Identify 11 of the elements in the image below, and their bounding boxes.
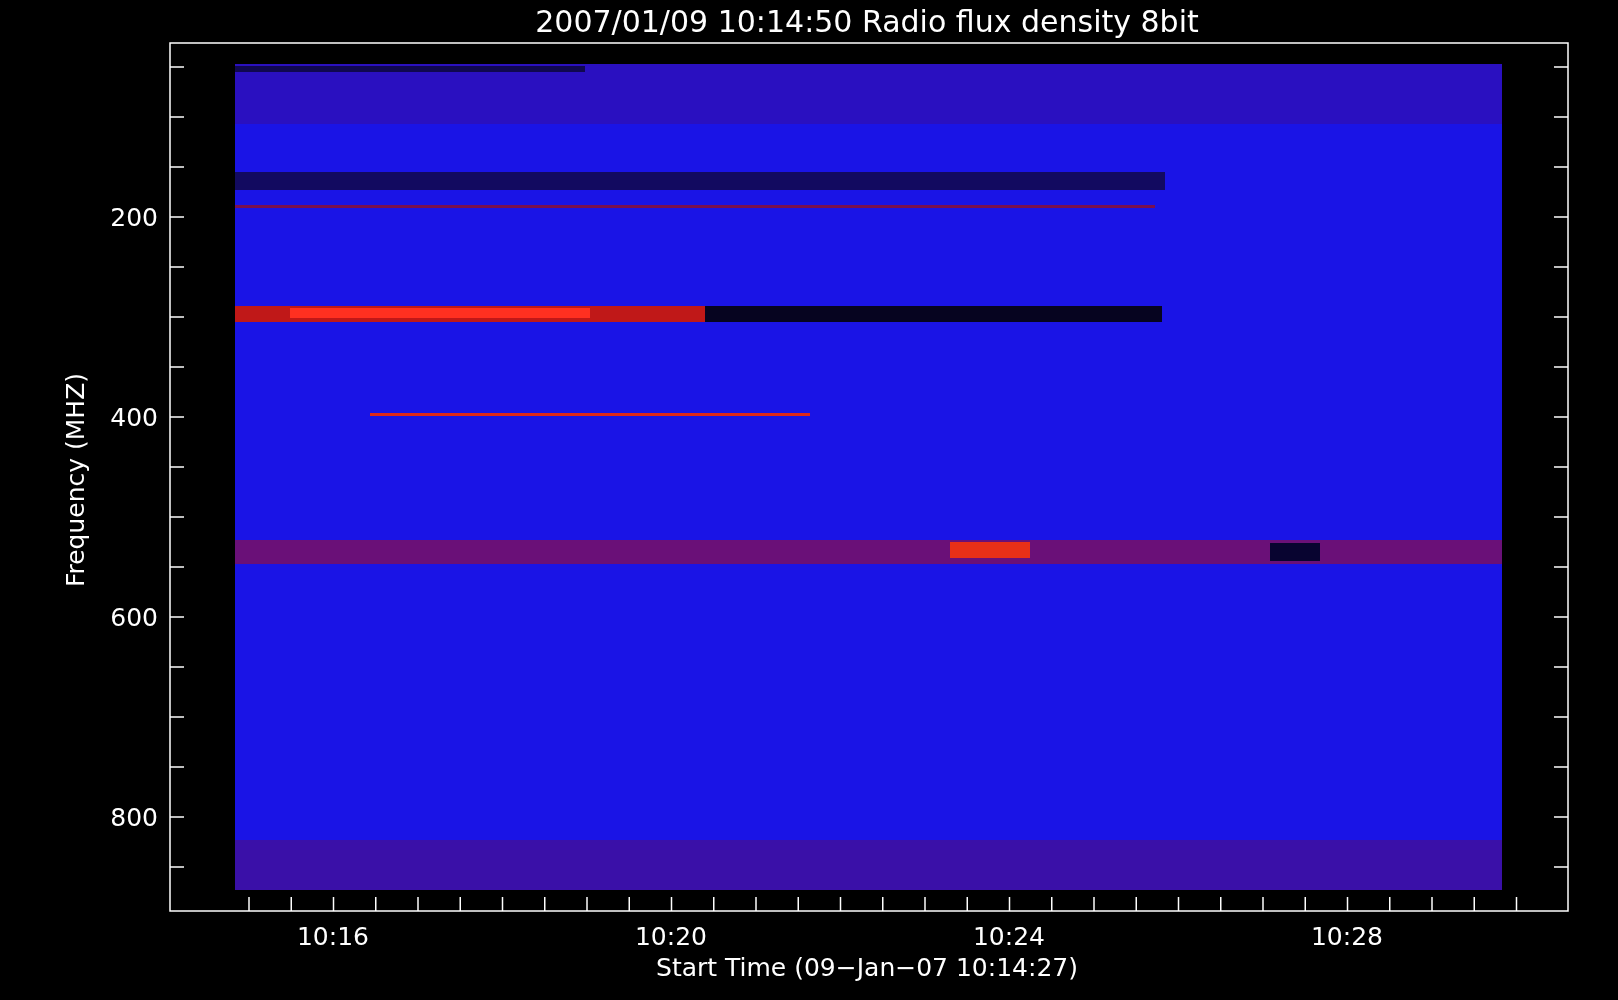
y-tick-label: 800 bbox=[110, 803, 158, 832]
x-tick-label: 10:24 bbox=[973, 922, 1045, 951]
plot-title: 2007/01/09 10:14:50 Radio flux density 8bit bbox=[535, 4, 1199, 39]
x-tick-label: 10:28 bbox=[1311, 922, 1383, 951]
x-axis-label: Start Time (09−Jan−07 10:14:27) bbox=[656, 953, 1078, 982]
x-tick-label: 10:20 bbox=[635, 922, 707, 951]
y-tick-label: 400 bbox=[110, 403, 158, 432]
y-tick-label: 200 bbox=[110, 203, 158, 232]
y-axis-label: Frequency (MHZ) bbox=[61, 372, 90, 588]
y-tick-label: 600 bbox=[110, 603, 158, 632]
x-tick-label: 10:16 bbox=[297, 922, 369, 951]
